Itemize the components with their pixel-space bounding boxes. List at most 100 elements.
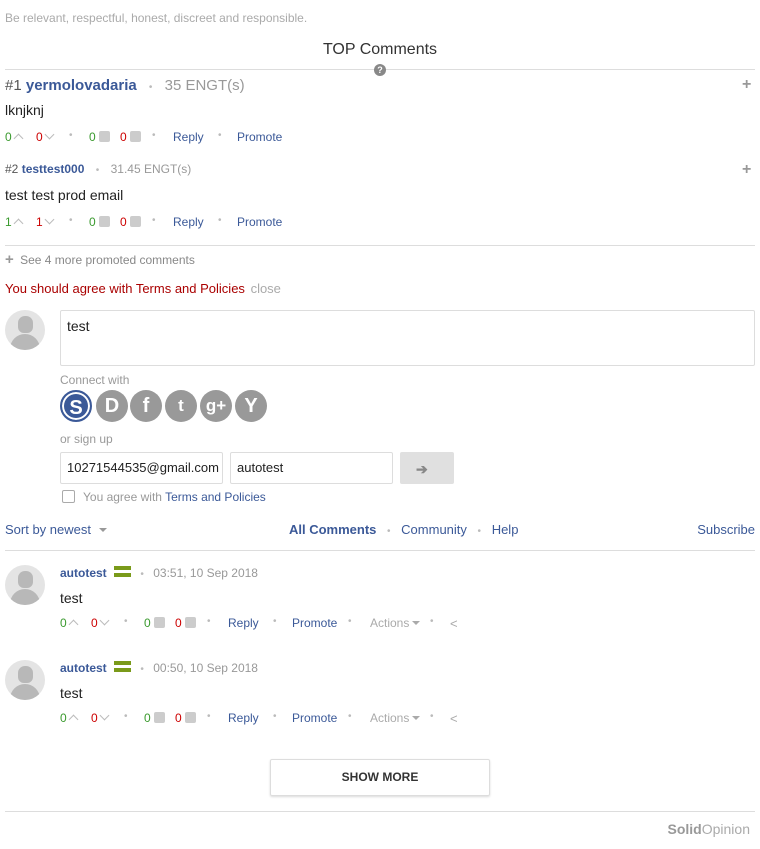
- agree-checkbox[interactable]: [62, 490, 75, 503]
- upvote-button[interactable]: 0: [5, 130, 24, 144]
- divider: [5, 811, 755, 812]
- share-icon[interactable]: <: [450, 711, 458, 726]
- brand-logo[interactable]: SolidOpinion: [668, 821, 751, 837]
- caret-down-icon: [412, 621, 421, 625]
- separator-dot: •: [69, 130, 73, 141]
- author-link[interactable]: autotest: [60, 566, 107, 580]
- separator-dot: •: [273, 711, 277, 722]
- separator-dot: •: [140, 664, 144, 675]
- yahoo-login-icon[interactable]: Y: [235, 390, 267, 422]
- comment-text: test: [60, 685, 83, 701]
- dislike-button[interactable]: 0: [175, 616, 196, 630]
- top-comment-header: #1 yermolovadaria • 35 ENGT(s): [5, 77, 245, 94]
- author-link[interactable]: testtest000: [22, 162, 85, 176]
- upvote-button[interactable]: 0: [60, 616, 79, 630]
- amount: 35 ENGT(s): [164, 77, 245, 94]
- rank: #1: [5, 77, 22, 94]
- top-comments-heading: TOP Comments: [322, 41, 438, 58]
- comment-text: test test prod email: [5, 187, 124, 203]
- thumb-up-icon: [98, 216, 110, 227]
- like-button[interactable]: 0: [144, 616, 165, 630]
- facebook-login-icon[interactable]: f: [130, 390, 162, 422]
- divider: [5, 245, 755, 246]
- timestamp: 00:50, 10 Sep 2018: [153, 661, 258, 675]
- separator-dot: •: [140, 569, 144, 580]
- downvote-button[interactable]: 0: [91, 615, 110, 630]
- solidopinion-login-icon[interactable]: S: [60, 390, 92, 422]
- question-circle-icon[interactable]: ?: [374, 64, 386, 76]
- or-sign-up-label: or sign up: [60, 432, 113, 446]
- like-button[interactable]: 0: [89, 215, 110, 229]
- comment-header: autotest • 00:50, 10 Sep 2018: [60, 661, 258, 675]
- downvote-button[interactable]: 0: [36, 129, 55, 144]
- separator-dot: •: [387, 526, 391, 537]
- promote-link[interactable]: Promote: [237, 130, 282, 144]
- email-field[interactable]: 10271544535@gmail.com: [60, 452, 223, 484]
- like-button[interactable]: 0: [89, 130, 110, 144]
- thumb-up-icon: [153, 617, 165, 628]
- tab-community[interactable]: Community: [401, 522, 467, 537]
- tab-all-comments[interactable]: All Comments: [289, 522, 376, 537]
- twitter-login-icon[interactable]: t: [165, 390, 197, 422]
- promote-link[interactable]: Promote: [292, 711, 337, 725]
- avatar: [5, 310, 45, 350]
- reply-link[interactable]: Reply: [228, 616, 259, 630]
- actions-dropdown[interactable]: Actions: [370, 616, 421, 630]
- caret-down-icon: [412, 716, 421, 720]
- caret-down-icon: [98, 528, 107, 532]
- subscribe-link[interactable]: Subscribe: [697, 522, 755, 537]
- avatar: [5, 565, 45, 605]
- close-link[interactable]: close: [251, 281, 281, 296]
- author-link[interactable]: autotest: [60, 661, 107, 675]
- downvote-button[interactable]: 0: [91, 710, 110, 725]
- upvote-button[interactable]: 1: [5, 215, 24, 229]
- separator-dot: •: [218, 130, 222, 141]
- dislike-button[interactable]: 0: [120, 130, 141, 144]
- reply-link[interactable]: Reply: [173, 130, 204, 144]
- terms-link[interactable]: Terms and Policies: [165, 490, 266, 504]
- thumb-down-icon: [129, 216, 141, 227]
- promote-link[interactable]: Promote: [237, 215, 282, 229]
- avatar: [5, 660, 45, 700]
- reply-link[interactable]: Reply: [173, 215, 204, 229]
- show-more-button[interactable]: SHOW MORE: [270, 759, 490, 796]
- separator-dot: •: [95, 165, 100, 176]
- separator-dot: •: [207, 616, 211, 627]
- submit-button[interactable]: ➔: [400, 452, 454, 484]
- terms-warning: You should agree with Terms and Policies…: [5, 281, 281, 296]
- rank: #2: [5, 162, 19, 176]
- thumb-up-icon: [153, 712, 165, 723]
- username-field[interactable]: autotest: [230, 452, 393, 484]
- plus-icon[interactable]: +: [742, 76, 751, 94]
- sort-dropdown[interactable]: Sort by newest: [5, 522, 107, 537]
- promote-link[interactable]: Promote: [292, 616, 337, 630]
- upvote-button[interactable]: 0: [60, 711, 79, 725]
- downvote-button[interactable]: 1: [36, 214, 55, 229]
- thumb-down-icon: [184, 712, 196, 723]
- separator-dot: •: [124, 616, 128, 627]
- dislike-button[interactable]: 0: [120, 215, 141, 229]
- separator-dot: •: [348, 711, 352, 722]
- google-plus-login-icon[interactable]: g+: [200, 390, 232, 422]
- separator-dot: •: [124, 711, 128, 722]
- share-icon[interactable]: <: [450, 616, 458, 631]
- comment-text: test: [60, 590, 83, 606]
- separator-dot: •: [477, 526, 482, 537]
- reply-link[interactable]: Reply: [228, 711, 259, 725]
- like-button[interactable]: 0: [144, 711, 165, 725]
- timestamp: 03:51, 10 Sep 2018: [153, 566, 258, 580]
- see-more-promoted-link[interactable]: + See 4 more promoted comments: [5, 251, 195, 268]
- disqus-login-icon[interactable]: D: [96, 390, 128, 422]
- amount: 31.45 ENGT(s): [110, 162, 192, 176]
- separator-dot: •: [348, 616, 352, 627]
- tab-help[interactable]: Help: [492, 522, 519, 537]
- separator-dot: •: [152, 130, 156, 141]
- separator-dot: •: [69, 215, 73, 226]
- plus-icon[interactable]: +: [742, 161, 751, 179]
- thumb-up-icon: [98, 131, 110, 142]
- dislike-button[interactable]: 0: [175, 711, 196, 725]
- actions-dropdown[interactable]: Actions: [370, 711, 421, 725]
- comment-textarea[interactable]: test: [60, 310, 755, 366]
- comment-text: lknjknj: [5, 102, 44, 118]
- author-link[interactable]: yermolovadaria: [26, 77, 137, 94]
